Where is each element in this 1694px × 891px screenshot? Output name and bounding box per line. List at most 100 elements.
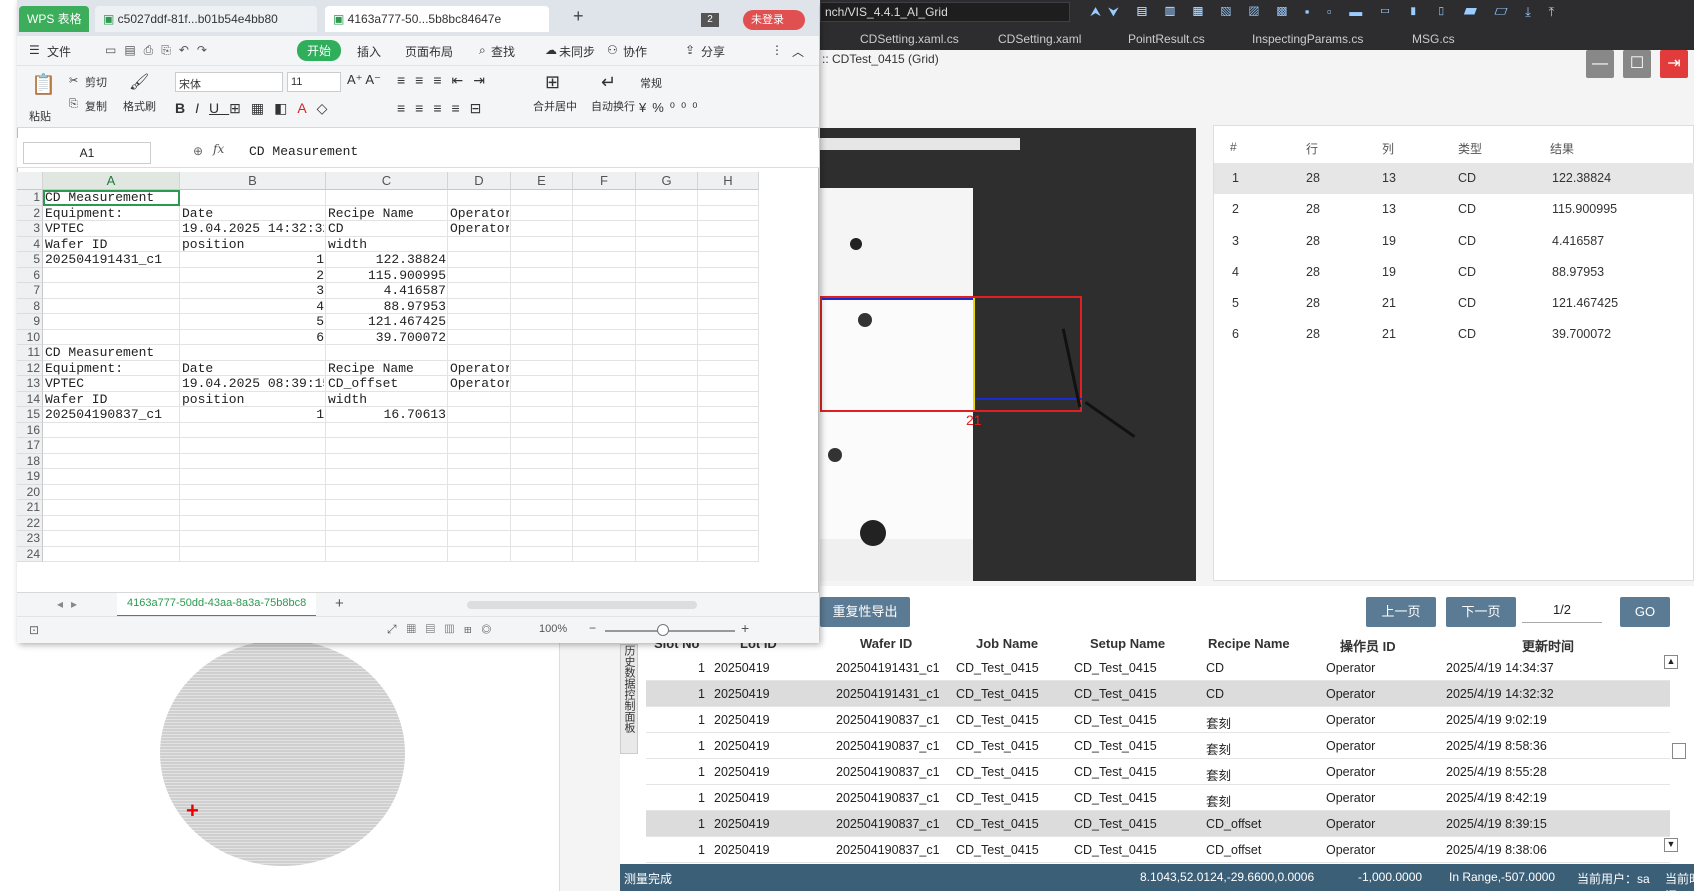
scroll-thumb[interactable] <box>1672 743 1686 759</box>
history-row[interactable]: 1 20250419 202504190837_c1 CD_Test_0415 CD_T… <box>646 837 1670 863</box>
tab-history[interactable]: 历史数据 <box>621 645 637 689</box>
cell[interactable]: Date <box>182 361 324 377</box>
row-header[interactable]: 19 <box>17 469 43 485</box>
history-row[interactable]: 1 20250419 202504190837_c1 CD_Test_0415 CD_T… <box>646 811 1670 837</box>
cell[interactable]: Equipment: <box>45 206 178 222</box>
row-header[interactable]: 2 <box>17 205 43 221</box>
menu-page-layout[interactable]: 页面布局 <box>405 43 453 60</box>
inspection-image[interactable]: 21 <box>820 128 1196 581</box>
wafer-map[interactable] <box>160 640 405 866</box>
next-page-button[interactable]: 下一页 <box>1446 597 1516 627</box>
ide-tab[interactable]: InspectingParams.cs <box>1252 32 1363 46</box>
history-row[interactable]: 1 20250419 202504190837_c1 CD_Test_0415 CD_T… <box>646 759 1670 785</box>
column-header-b[interactable]: B <box>180 172 326 190</box>
row-header[interactable]: 12 <box>17 360 43 376</box>
cell[interactable]: 4.416587 <box>328 283 446 299</box>
maximize-button[interactable]: ☐ <box>1623 50 1651 78</box>
number-format-icons[interactable]: ¥%⁰⁰⁰ <box>639 100 703 116</box>
cut-icon[interactable]: ✂ <box>69 74 78 87</box>
grid-row[interactable]: 4 28 19 CD 88.97953 <box>1214 257 1694 288</box>
format-painter-label[interactable]: 格式刷 <box>123 98 156 114</box>
search-icon[interactable]: ⌕ <box>479 43 486 58</box>
hist-header-wafer[interactable]: Wafer ID <box>860 636 912 651</box>
cell[interactable]: CD <box>328 221 446 237</box>
add-sheet-icon[interactable]: + <box>335 595 344 612</box>
row-header[interactable]: 5 <box>17 252 43 268</box>
view-mode-icons[interactable]: ⤢▦▤▥⊞◎ <box>387 622 501 637</box>
file-tab-1[interactable]: ▣ c5027ddf-81f...b01b54e4bb80 <box>95 6 317 32</box>
column-header-e[interactable]: E <box>511 172 573 190</box>
menu-find[interactable]: 查找 <box>491 43 515 60</box>
row-header[interactable]: 10 <box>17 329 43 345</box>
collapse-icon[interactable]: ︿ <box>792 43 804 60</box>
row-header[interactable]: 3 <box>17 221 43 237</box>
menu-file[interactable]: 文件 <box>47 43 71 60</box>
ide-tab[interactable]: PointResult.cs <box>1128 32 1205 46</box>
sheet-nav-icons[interactable]: ◂▸ <box>57 597 85 611</box>
cell[interactable]: 88.97953 <box>328 299 446 315</box>
font-family-select[interactable]: 宋体 <box>175 72 283 92</box>
ide-tab[interactable]: CDSetting.xaml <box>998 32 1081 46</box>
row-header[interactable]: 20 <box>17 484 43 500</box>
column-header-d[interactable]: D <box>448 172 511 190</box>
col-header-type[interactable]: 类型 <box>1458 140 1482 157</box>
grid-row[interactable]: 5 28 21 CD 121.467425 <box>1214 288 1694 319</box>
col-header-result[interactable]: 结果 <box>1550 140 1574 157</box>
ide-path-combo[interactable]: nch/VIS_4.4.1_AI_Grid <box>820 2 1070 22</box>
row-header[interactable]: 4 <box>17 236 43 252</box>
menu-start[interactable]: 开始 <box>297 40 342 61</box>
minimize-button[interactable]: — <box>1586 50 1614 78</box>
tab-control[interactable]: 控制面板 <box>621 689 637 733</box>
spreadsheet-grid[interactable]: A B C D E F G H 1 CD Measurement 2 Equipment: Date Re… <box>17 172 807 592</box>
exit-button[interactable]: ⇥ <box>1660 50 1688 78</box>
col-header-index[interactable]: # <box>1230 140 1237 154</box>
hist-header-operator[interactable]: 操作员 ID <box>1340 636 1396 655</box>
row-header[interactable]: 8 <box>17 298 43 314</box>
history-row[interactable]: 1 20250419 202504190837_c1 CD_Test_0415 CD_T… <box>646 785 1670 811</box>
cell[interactable]: 202504190837_c1 <box>45 407 178 423</box>
font-size-select[interactable]: 11 <box>287 72 341 92</box>
column-header-c[interactable]: C <box>326 172 448 190</box>
merge-icon[interactable]: ⊞ <box>545 72 560 93</box>
ide-tab[interactable]: MSG.cs <box>1412 32 1455 46</box>
repeatability-export-button[interactable]: 重复性导出 <box>820 597 910 627</box>
cell[interactable]: VPTEC <box>45 376 178 392</box>
collab-icon[interactable]: ⚇ <box>607 43 618 57</box>
name-box[interactable]: A1 <box>23 142 151 164</box>
menu-icon[interactable]: ☰ <box>29 43 40 57</box>
col-header-col[interactable]: 列 <box>1382 140 1394 157</box>
hist-header-updated[interactable]: 更新时间 <box>1522 636 1574 655</box>
row-header[interactable]: 9 <box>17 314 43 330</box>
fx-icon[interactable]: fx <box>213 142 224 156</box>
cell[interactable]: Operator <box>450 206 509 222</box>
grid-row[interactable]: 6 28 21 CD 39.700072 <box>1214 319 1694 350</box>
number-format-select[interactable]: 常规 <box>637 72 747 92</box>
prev-page-button[interactable]: 上一页 <box>1366 597 1436 627</box>
cell[interactable]: 39.700072 <box>328 330 446 346</box>
cloud-icon[interactable]: ☁ <box>545 43 557 57</box>
wps-app-tab[interactable]: WPS 表格 <box>19 6 89 32</box>
row-header[interactable]: 22 <box>17 515 43 531</box>
row-header[interactable]: 16 <box>17 422 43 438</box>
go-button[interactable]: GO <box>1620 597 1670 627</box>
ide-toolbar-icons[interactable]: ⮝⮟ ▤ ▥ ▦ ▧ ▨ ▩ ▪ ▫ ▬ ▭ ▮ ▯ ▰ ▱ ⤓ ⤒ <box>1090 4 1561 20</box>
align-icons-bottom[interactable]: ≡≡≡≡⊟ <box>397 100 491 117</box>
cell[interactable]: position <box>182 237 324 253</box>
share-icon[interactable]: ⇪ <box>685 43 695 57</box>
sheet-tab[interactable]: 4163a777-50dd-43aa-8a3a-75b8bc8 <box>117 593 317 617</box>
cell[interactable]: Wafer ID <box>45 392 178 408</box>
row-header[interactable]: 11 <box>17 345 43 361</box>
column-header-h[interactable]: H <box>698 172 759 190</box>
cell[interactable]: 122.38824 <box>328 252 446 268</box>
cell[interactable]: 5 <box>182 314 324 330</box>
cell[interactable]: 6 <box>182 330 324 346</box>
new-tab-icon[interactable]: + <box>573 6 584 27</box>
font-grow-icon[interactable]: A⁺ A⁻ <box>347 72 381 88</box>
hist-header-job[interactable]: Job Name <box>976 636 1038 651</box>
cell[interactable]: 3 <box>182 283 324 299</box>
copy-icon[interactable]: ⎘ <box>69 98 78 111</box>
row-header[interactable]: 14 <box>17 391 43 407</box>
zoom-in-icon[interactable]: + <box>741 620 749 636</box>
align-icons-top[interactable]: ≡≡≡⇤⇥ <box>397 72 495 89</box>
cell[interactable]: Recipe Name <box>328 206 446 222</box>
